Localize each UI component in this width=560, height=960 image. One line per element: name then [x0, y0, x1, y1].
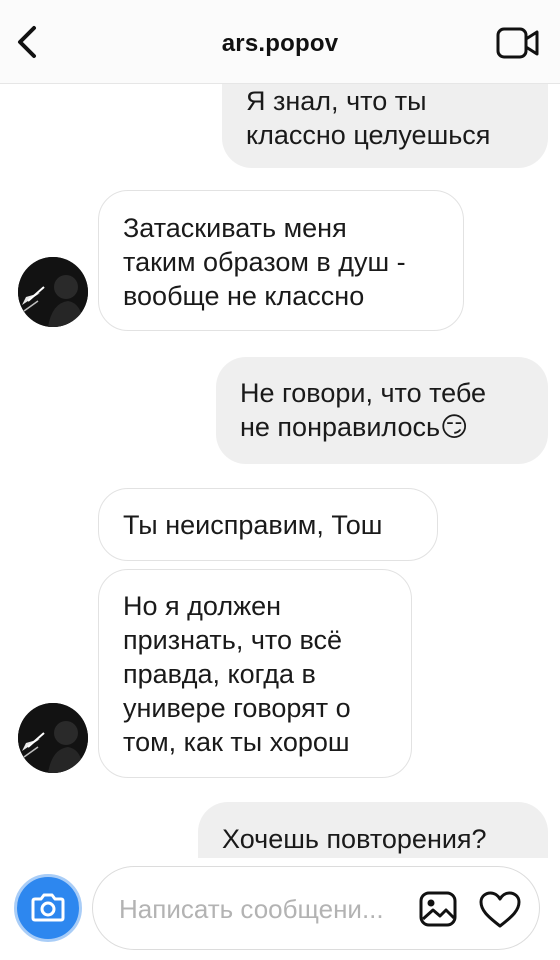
video-camera-icon [496, 27, 539, 59]
message-bubble-incoming[interactable]: Затаскивать меня таким образом в душ - в… [98, 190, 464, 331]
chat-title[interactable]: ars.popov [0, 30, 560, 58]
avatar[interactable] [18, 257, 88, 327]
gallery-button[interactable] [419, 891, 457, 927]
heart-icon [479, 891, 521, 928]
avatar[interactable] [18, 703, 88, 773]
message-bubble-incoming[interactable]: Но я должен признать, что всё правда, ко… [98, 569, 412, 778]
like-button[interactable] [479, 891, 521, 929]
camera-button[interactable] [14, 874, 82, 942]
message-input-container[interactable] [92, 866, 540, 950]
avatar-photo [18, 257, 88, 327]
message-bubble-outgoing[interactable]: Я знал, что ты классно целуешься [222, 84, 548, 168]
chat-header: ars.popov [0, 0, 560, 84]
video-call-button[interactable] [496, 26, 540, 60]
message-input[interactable] [119, 889, 399, 929]
message-list[interactable]: Я знал, что ты классно целуешься Затаски… [0, 84, 560, 858]
message-bubble-outgoing[interactable]: Не говори, что тебе не понравилось😏 [216, 357, 548, 464]
gallery-icon [419, 891, 457, 927]
message-bubble-incoming[interactable]: Ты неисправим, Тош [98, 488, 438, 561]
avatar-photo [18, 703, 88, 773]
camera-icon [31, 893, 65, 922]
message-bubble-outgoing[interactable]: Хочешь повторения? [198, 802, 548, 858]
